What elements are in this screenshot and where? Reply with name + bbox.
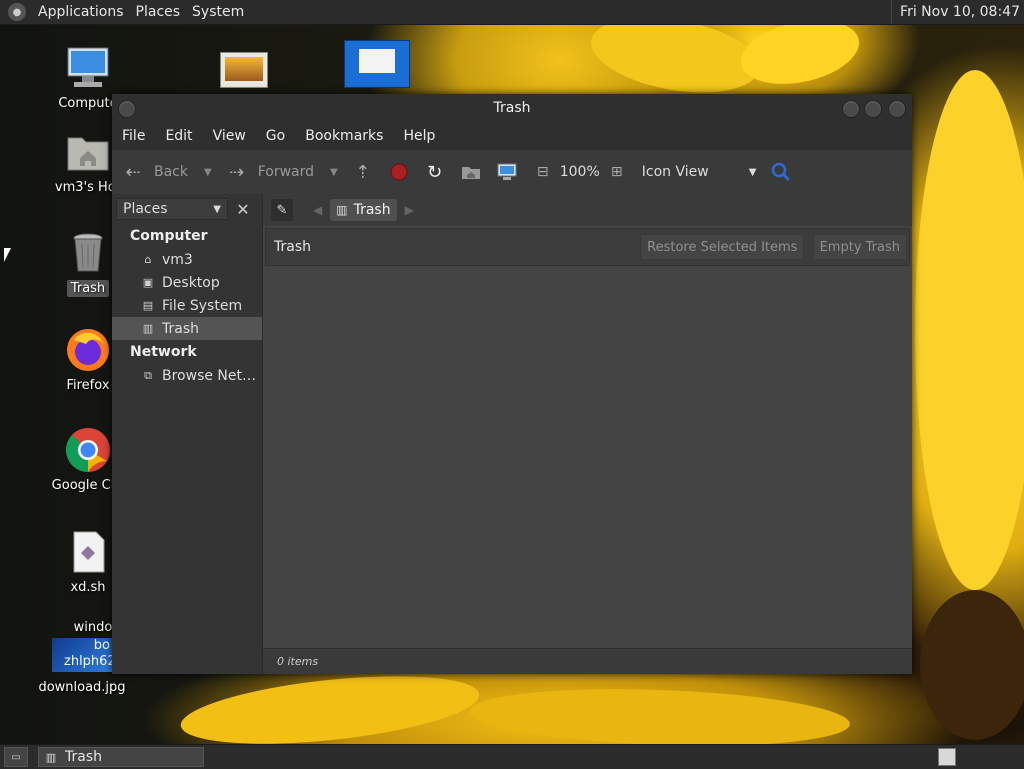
file-view[interactable]: ✎ ◀ ▥ Trash ▶ Trash Restore Selected Ite… (263, 194, 912, 674)
trash-icon: ▥ (336, 203, 348, 217)
drive-icon: ▤ (142, 299, 154, 312)
computer-icon (496, 161, 518, 183)
path-scroll-right-icon[interactable]: ▶ (405, 203, 414, 217)
up-button[interactable]: ⇡ (352, 161, 374, 183)
trash-icon (64, 228, 112, 276)
window-menu-icon[interactable] (118, 100, 136, 118)
top-panel: ● Applications Places System Fri Nov 10,… (0, 0, 1024, 25)
sidebar-item-trash[interactable]: ▥ Trash (112, 317, 262, 340)
menu-go[interactable]: Go (256, 128, 295, 144)
forward-history-dropdown[interactable]: ▼ (330, 167, 338, 178)
close-sidebar-button[interactable]: ✕ (232, 198, 254, 220)
workspace-switcher[interactable] (938, 748, 956, 766)
path-bar: ✎ ◀ ▥ Trash ▶ (263, 194, 912, 226)
desktop-icon-download[interactable]: download.jpg (34, 680, 130, 695)
search-button[interactable] (770, 161, 792, 183)
path-scroll-left-icon[interactable]: ◀ (313, 203, 322, 217)
chrome-icon (64, 426, 112, 474)
home-icon (460, 161, 482, 183)
status-bar: 0 items (263, 648, 912, 674)
stop-icon (388, 161, 410, 183)
chevron-down-icon: ▼ (748, 166, 757, 178)
forward-arrow-icon: ⇢ (229, 161, 245, 183)
network-icon: ⧉ (144, 368, 152, 382)
window-title: Trash (493, 100, 531, 116)
zoom-out-button[interactable]: ⊟ (532, 161, 554, 183)
menu-logo-icon[interactable]: ● (8, 3, 26, 21)
search-icon (770, 161, 792, 183)
sidebar-item-vm3[interactable]: ⌂ vm3 (112, 248, 262, 271)
system-menu[interactable]: System (186, 4, 250, 20)
firefox-icon (64, 326, 112, 374)
breadcrumb-trash[interactable]: ▥ Trash (330, 199, 397, 221)
bottom-panel: ▭ ▥ Trash (0, 744, 1024, 769)
sidebar-item-file-system[interactable]: ▤ File System (112, 294, 262, 317)
trash-info-bar: Trash Restore Selected Items Empty Trash (265, 228, 910, 266)
reload-button[interactable]: ↻ (424, 161, 446, 183)
minimize-button[interactable] (842, 100, 860, 118)
zoom-in-icon: ⊞ (610, 164, 623, 180)
chevron-down-icon: ▼ (213, 203, 221, 215)
zoom-out-icon: ⊟ (536, 164, 549, 180)
menu-edit[interactable]: Edit (155, 128, 202, 144)
maximize-button[interactable] (864, 100, 882, 118)
sidebar-item-desktop[interactable]: ▣ Desktop (112, 271, 262, 294)
show-desktop-button[interactable]: ▭ (4, 747, 28, 767)
home-button[interactable] (460, 161, 482, 183)
zoom-level[interactable]: 100% (560, 164, 600, 180)
toolbar: ⇠ Back ▼ ⇢ Forward ▼ ⇡ ↻ ⊟ 100% ⊞ Icon V… (112, 150, 912, 195)
close-button[interactable] (888, 100, 906, 118)
sidebar-group-computer: Computer (130, 228, 208, 244)
reload-icon: ↻ (427, 161, 443, 183)
computer-button[interactable] (496, 161, 518, 183)
menu-file[interactable]: File (112, 128, 155, 144)
zoom-in-button[interactable]: ⊞ (606, 161, 628, 183)
trash-icon: ▥ (45, 750, 57, 764)
file-manager-window: Trash File Edit View Go Bookmarks Help ⇠… (112, 94, 912, 674)
window-thumbnail-icon[interactable] (344, 40, 410, 88)
sidebar-mode-select[interactable]: Places ▼ (116, 198, 228, 220)
script-file-icon (64, 528, 112, 576)
back-history-dropdown[interactable]: ▼ (204, 167, 212, 178)
menu-bookmarks[interactable]: Bookmarks (295, 128, 393, 144)
back-button[interactable]: ⇠ Back ▼ (122, 161, 212, 183)
content-area: Places ▼ ✕ Computer ⌂ vm3 ▣ Desktop ▤ Fi… (112, 194, 912, 674)
sidebar: Places ▼ ✕ Computer ⌂ vm3 ▣ Desktop ▤ Fi… (112, 194, 263, 674)
desktop-icon-thumbnail[interactable]: bo zhlph62 (52, 638, 116, 672)
home-folder-icon: ⌂ (144, 253, 152, 266)
menu-bar: File Edit View Go Bookmarks Help (112, 122, 912, 150)
back-arrow-icon: ⇠ (125, 161, 141, 183)
sidebar-group-network: Network (130, 344, 197, 360)
title-bar[interactable]: Trash (112, 94, 912, 122)
info-bar-title: Trash (274, 239, 311, 255)
desktop-icon-windows[interactable]: windov (40, 620, 120, 635)
trash-icon: ▥ (142, 322, 154, 335)
image-thumbnail-icon[interactable] (220, 52, 268, 88)
desktop-folder-icon: ▣ (142, 276, 154, 289)
sidebar-item-browse-network[interactable]: ⧉ Browse Net… (112, 364, 262, 387)
empty-trash-button[interactable]: Empty Trash (812, 234, 907, 260)
mouse-pointer-icon (4, 248, 11, 262)
menu-view[interactable]: View (203, 128, 256, 144)
forward-button[interactable]: ⇢ Forward ▼ (226, 161, 338, 183)
clock[interactable]: Fri Nov 10, 08:47 (891, 0, 1020, 24)
taskbar-item-trash[interactable]: ▥ Trash (38, 747, 204, 767)
up-arrow-icon: ⇡ (355, 161, 371, 183)
home-folder-icon (64, 128, 112, 176)
view-mode-select[interactable]: Icon View ▼ (642, 164, 757, 180)
restore-selected-items-button[interactable]: Restore Selected Items (640, 234, 805, 260)
places-menu[interactable]: Places (130, 4, 187, 20)
applications-menu[interactable]: Applications (32, 4, 130, 20)
edit-location-button[interactable]: ✎ (271, 199, 293, 221)
computer-icon (64, 44, 112, 92)
menu-help[interactable]: Help (393, 128, 445, 144)
stop-button[interactable] (388, 161, 410, 183)
